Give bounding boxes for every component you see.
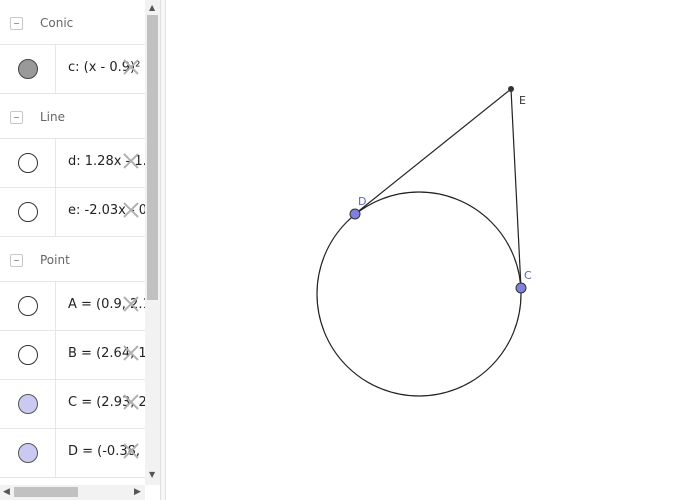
point-label-c: C bbox=[524, 269, 532, 282]
group-label: Point bbox=[40, 253, 70, 267]
marble-cell bbox=[0, 282, 56, 330]
delete-icon[interactable] bbox=[121, 343, 141, 363]
scroll-up-icon[interactable]: ▲ bbox=[149, 4, 155, 12]
visibility-marble-icon[interactable] bbox=[18, 443, 38, 463]
delete-icon[interactable] bbox=[121, 441, 141, 461]
visibility-marble-icon[interactable] bbox=[18, 153, 38, 173]
delete-icon[interactable] bbox=[121, 392, 141, 412]
list-item-conic-c[interactable]: c: (x - 0.9)² + ... bbox=[0, 45, 145, 94]
scroll-down-icon[interactable]: ▼ bbox=[149, 471, 155, 479]
marble-cell bbox=[0, 331, 56, 379]
horizontal-scroll-thumb[interactable] bbox=[14, 487, 78, 497]
delete-icon[interactable] bbox=[121, 57, 141, 77]
group-label: Conic bbox=[40, 16, 74, 30]
collapse-icon[interactable] bbox=[10, 254, 23, 267]
marble-cell bbox=[0, 139, 56, 187]
collapse-icon[interactable] bbox=[10, 111, 23, 124]
point-e[interactable] bbox=[508, 86, 514, 92]
list-item-line-d[interactable]: d: 1.28x - 1.5... bbox=[0, 139, 145, 188]
visibility-marble-icon[interactable] bbox=[18, 59, 38, 79]
point-label-e: E bbox=[519, 94, 526, 107]
scroll-right-icon[interactable]: ▶ bbox=[134, 487, 141, 497]
visibility-marble-icon[interactable] bbox=[18, 345, 38, 365]
tangent-line-d[interactable] bbox=[354, 88, 512, 215]
delete-icon[interactable] bbox=[121, 200, 141, 220]
marble-cell bbox=[0, 45, 56, 93]
point-d[interactable] bbox=[349, 208, 361, 220]
point-c[interactable] bbox=[515, 282, 527, 294]
group-header-point[interactable]: Point bbox=[0, 237, 145, 282]
marble-cell bbox=[0, 188, 56, 236]
group-header-line[interactable]: Line bbox=[0, 94, 145, 139]
point-label-d: D bbox=[358, 195, 366, 208]
delete-icon[interactable] bbox=[121, 294, 141, 314]
marble-cell bbox=[0, 429, 56, 477]
horizontal-scrollbar[interactable]: ◀ ▶ bbox=[0, 485, 145, 500]
collapse-icon[interactable] bbox=[10, 17, 23, 30]
list-item-point-a[interactable]: A = (0.9, 2.1... bbox=[0, 282, 145, 331]
group-label: Line bbox=[40, 110, 66, 124]
visibility-marble-icon[interactable] bbox=[18, 202, 38, 222]
vertical-scroll-thumb[interactable] bbox=[147, 15, 158, 300]
list-item-line-e[interactable]: e: -2.03x - 0.1... bbox=[0, 188, 145, 237]
list-item-point-b[interactable]: B = (2.64, 1... bbox=[0, 331, 145, 380]
group-header-conic[interactable]: Conic bbox=[0, 0, 145, 45]
delete-icon[interactable] bbox=[121, 151, 141, 171]
visibility-marble-icon[interactable] bbox=[18, 296, 38, 316]
marble-cell bbox=[0, 380, 56, 428]
algebra-view: Conic c: (x - 0.9)² + ... Line d: 1.28x … bbox=[0, 0, 160, 500]
graphics-view[interactable]: E D C bbox=[166, 0, 700, 500]
vertical-scrollbar[interactable]: ▲ ▼ bbox=[145, 0, 160, 485]
conic-c[interactable] bbox=[316, 191, 522, 397]
visibility-marble-icon[interactable] bbox=[18, 394, 38, 414]
tangent-line-e[interactable] bbox=[510, 88, 522, 289]
algebra-list: Conic c: (x - 0.9)² + ... Line d: 1.28x … bbox=[0, 0, 145, 485]
list-item-point-c[interactable]: C = (2.93, 2... bbox=[0, 380, 145, 429]
scroll-left-icon[interactable]: ◀ bbox=[3, 487, 10, 497]
list-item-point-d[interactable]: D = (-0.38, 3... bbox=[0, 429, 145, 478]
